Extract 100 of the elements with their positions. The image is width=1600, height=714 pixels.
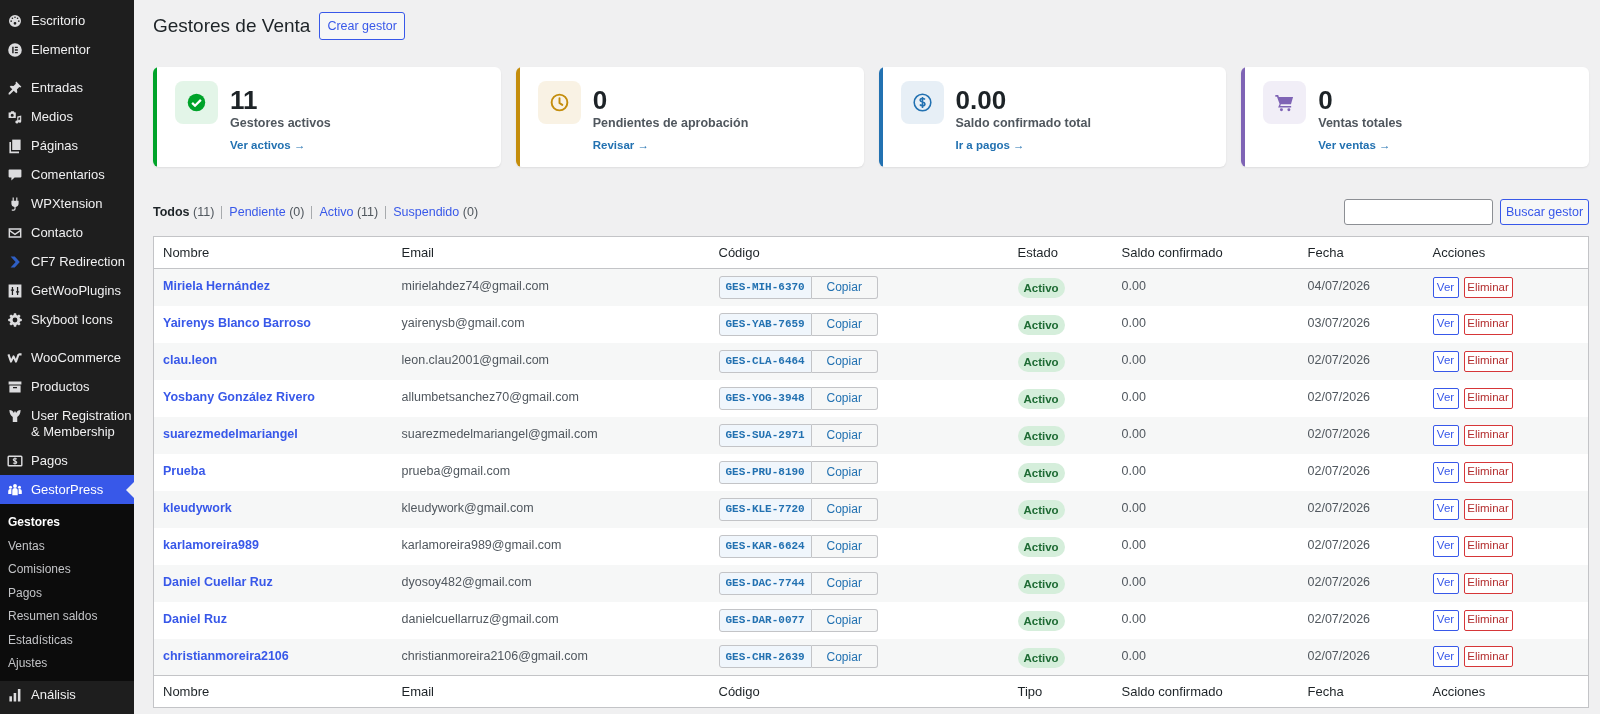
copy-button[interactable]: Copiar <box>811 497 878 521</box>
view-button[interactable]: Ver <box>1432 350 1459 372</box>
view-button[interactable]: Ver <box>1432 609 1459 631</box>
submenu-item[interactable]: Resumen saldos <box>0 605 134 629</box>
submenu-item[interactable]: Ajustes <box>0 652 134 676</box>
sidebar-menu-item[interactable]: WPXtension <box>0 189 134 218</box>
code-value: GES-KAR-6624 <box>718 534 812 558</box>
copy-button[interactable]: Copiar <box>811 275 878 299</box>
manager-name-link[interactable]: christianmoreira2106 <box>163 648 289 663</box>
copy-button[interactable]: Copiar <box>811 534 878 558</box>
view-button[interactable]: Ver <box>1432 461 1459 483</box>
delete-button[interactable]: Eliminar <box>1463 498 1513 520</box>
copy-button[interactable]: Copiar <box>811 423 878 447</box>
copy-button[interactable]: Copiar <box>811 386 878 410</box>
stat-label: Saldo confirmado total <box>955 115 1091 131</box>
view-button[interactable]: Ver <box>1432 387 1459 409</box>
pin-icon <box>7 79 23 96</box>
sidebar-menu-item[interactable]: Skyboot Icons <box>0 305 134 334</box>
date-text: 02/07/2026 <box>1307 611 1371 626</box>
submenu-item[interactable]: Comisiones <box>0 558 134 582</box>
manager-name-link[interactable]: kleudywork <box>163 500 232 515</box>
sidebar-menu-item[interactable]: Productos <box>0 372 134 401</box>
sidebar-menu-item[interactable]: CF7 Redirection <box>0 247 134 276</box>
sidebar-menu-item[interactable]: Pagos <box>0 446 134 475</box>
status-badge: Activo <box>1017 537 1065 557</box>
delete-button[interactable]: Eliminar <box>1463 313 1513 335</box>
search-field[interactable] <box>1344 199 1493 225</box>
stat-link[interactable]: Revisar → <box>592 137 649 153</box>
submenu-item[interactable]: Gestores <box>0 511 134 535</box>
code-value: GES-YOG-3948 <box>718 386 812 410</box>
balance-text: 0.00 <box>1121 463 1146 478</box>
view-button[interactable]: Ver <box>1432 424 1459 446</box>
column-header: Código <box>709 236 1009 269</box>
stat-value: 0 <box>1318 85 1333 115</box>
copy-button[interactable]: Copiar <box>811 608 878 632</box>
delete-button[interactable]: Eliminar <box>1463 461 1513 483</box>
stat-link[interactable]: Ver ventas → <box>1318 137 1391 153</box>
page-title: Gestores de Venta <box>153 14 311 38</box>
view-button[interactable]: Ver <box>1432 646 1459 668</box>
delete-button[interactable]: Eliminar <box>1463 535 1513 557</box>
copy-button[interactable]: Copiar <box>811 571 878 595</box>
filter-link[interactable]: Activo (11) <box>319 202 379 222</box>
manager-name-link[interactable]: karlamoreira989 <box>163 537 259 552</box>
manager-name-link[interactable]: Yairenys Blanco Barroso <box>163 315 311 330</box>
sidebar-menu-item[interactable]: Contacto <box>0 218 134 247</box>
submenu-item[interactable]: Estadísticas <box>0 628 134 652</box>
view-button[interactable]: Ver <box>1432 498 1459 520</box>
column-footer: Código <box>709 675 1009 708</box>
sidebar-menu-item[interactable]: Análisis <box>0 680 134 710</box>
submenu-item[interactable]: Pagos <box>0 581 134 605</box>
stat-link[interactable]: Ver activos → <box>230 137 306 153</box>
email-text: leon.clau2001@gmail.com <box>401 352 549 367</box>
filter-link[interactable]: Todos (11) <box>153 202 215 222</box>
stat-link[interactable]: Ir a pagos → <box>955 137 1025 153</box>
sidebar-menu-item[interactable]: Escritorio <box>0 6 134 35</box>
manager-name-link[interactable]: clau.leon <box>163 352 218 367</box>
sidebar-menu-item[interactable]: GestorPress <box>0 475 134 504</box>
column-header: Saldo confirmado <box>1112 236 1299 269</box>
view-button[interactable]: Ver <box>1432 313 1459 335</box>
manager-name-link[interactable]: Daniel Ruz <box>163 611 227 626</box>
view-button[interactable]: Ver <box>1432 572 1459 594</box>
search-button[interactable]: Buscar gestor <box>1500 199 1589 225</box>
status-badge: Activo <box>1017 389 1065 409</box>
sidebar-menu-item[interactable]: Elementor <box>0 35 134 64</box>
delete-button[interactable]: Eliminar <box>1463 646 1513 668</box>
view-button[interactable]: Ver <box>1432 535 1459 557</box>
sidebar-menu-item[interactable]: Medios <box>0 102 134 131</box>
delete-button[interactable]: Eliminar <box>1463 387 1513 409</box>
delete-button[interactable]: Eliminar <box>1463 276 1513 298</box>
delete-button[interactable]: Eliminar <box>1463 572 1513 594</box>
filter-link[interactable]: Pendiente (0) <box>229 202 305 222</box>
sidebar-menu-item[interactable]: Páginas <box>0 131 134 160</box>
delete-button[interactable]: Eliminar <box>1463 424 1513 446</box>
manager-name-link[interactable]: Daniel Cuellar Ruz <box>163 574 273 589</box>
sidebar-menu-item[interactable]: Comentarios <box>0 160 134 189</box>
copy-button[interactable]: Copiar <box>811 312 878 336</box>
sidebar-menu-item[interactable]: Entradas <box>0 73 134 102</box>
copy-button[interactable]: Copiar <box>811 349 878 373</box>
date-text: 02/07/2026 <box>1307 463 1371 478</box>
manager-name-link[interactable]: Miriela Hernández <box>163 279 270 293</box>
delete-button[interactable]: Eliminar <box>1463 350 1513 372</box>
submenu-item[interactable]: Ventas <box>0 534 134 558</box>
email-text: danielcuellarruz@gmail.com <box>401 611 559 626</box>
email-text: yairenysb@gmail.com <box>401 315 525 330</box>
sidebar-menu-item[interactable]: User Registration & Membership <box>0 401 134 446</box>
manager-name-link[interactable]: Yosbany González Rivero <box>163 389 315 404</box>
sidebar-menu-item[interactable]: GetWooPlugins <box>0 276 134 305</box>
sidebar-menu-item[interactable]: WooCommerce <box>0 343 134 372</box>
copy-button[interactable]: Copiar <box>811 645 878 669</box>
email-text: prueba@gmail.com <box>401 463 511 478</box>
delete-button[interactable]: Eliminar <box>1463 609 1513 631</box>
view-button[interactable]: Ver <box>1432 276 1459 298</box>
bar-chart-icon <box>7 687 23 703</box>
copy-button[interactable]: Copiar <box>811 460 878 484</box>
manager-name-link[interactable]: Prueba <box>163 463 206 478</box>
pages-icon <box>7 137 23 154</box>
manager-name-link[interactable]: suarezmedelmariangel <box>163 426 298 441</box>
filter-link[interactable]: Suspendido (0) <box>393 202 479 222</box>
column-footer: Nombre <box>153 675 393 708</box>
create-button[interactable]: Crear gestor <box>319 12 405 40</box>
